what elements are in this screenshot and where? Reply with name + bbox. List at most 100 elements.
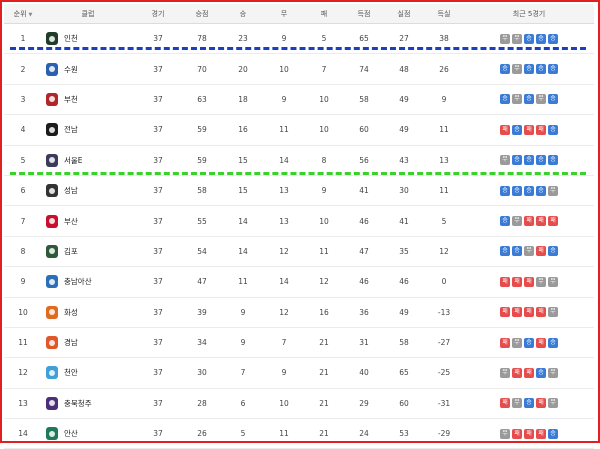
table-row[interactable]: 2 수원 37 70 20 10 7 74 48 26 승 무 승 승 승 bbox=[4, 53, 594, 85]
club-name[interactable]: 수원 bbox=[64, 64, 78, 75]
result-badge: 패 bbox=[500, 307, 510, 318]
club-name[interactable]: 안산 bbox=[64, 428, 78, 439]
club-name[interactable]: 김포 bbox=[64, 246, 78, 257]
lost-cell: 7 bbox=[304, 53, 344, 85]
sort-down-icon: ▼ bbox=[28, 11, 33, 18]
drawn-cell: 9 bbox=[264, 357, 304, 389]
header-lost[interactable]: 패 bbox=[304, 4, 344, 24]
club-name[interactable]: 부산 bbox=[64, 216, 78, 227]
club-cell[interactable]: 김포 bbox=[42, 236, 134, 268]
header-rank[interactable]: 순위 ▼ bbox=[4, 4, 42, 24]
table-row[interactable]: 14 안산 37 26 5 11 21 24 53 -29 무 패 패 패 승 bbox=[4, 418, 594, 449]
rank-cell: 6 bbox=[4, 175, 42, 207]
table-row[interactable]: 6 성남 37 58 15 13 9 41 30 11 승 승 승 승 무 bbox=[4, 175, 594, 207]
lost-cell: 10 bbox=[304, 114, 344, 146]
club-name[interactable]: 화성 bbox=[64, 307, 78, 318]
club-name[interactable]: 서울E bbox=[64, 155, 83, 166]
table-row[interactable]: 13 충북청주 37 28 6 10 21 29 60 -31 패 무 승 패 무 bbox=[4, 388, 594, 420]
result-badge: 승 bbox=[500, 246, 510, 257]
rank-cell: 2 bbox=[4, 53, 42, 85]
result-badge: 무 bbox=[512, 64, 522, 75]
club-crest-icon bbox=[46, 184, 58, 198]
header-goals-for[interactable]: 득점 bbox=[344, 4, 384, 24]
goal-difference-cell: 26 bbox=[424, 53, 464, 85]
club-name[interactable]: 천안 bbox=[64, 367, 78, 378]
goals-for-cell: 47 bbox=[344, 236, 384, 268]
goals-for-cell: 46 bbox=[344, 205, 384, 237]
club-cell[interactable]: 충남아산 bbox=[42, 266, 134, 298]
club-name[interactable]: 충북청주 bbox=[64, 398, 92, 409]
club-cell[interactable]: 부산 bbox=[42, 205, 134, 237]
goals-for-cell: 60 bbox=[344, 114, 384, 146]
rank-cell: 5 bbox=[4, 145, 42, 176]
club-name[interactable]: 충남아산 bbox=[64, 276, 92, 287]
club-cell[interactable]: 성남 bbox=[42, 175, 134, 207]
club-name[interactable]: 경남 bbox=[64, 337, 78, 348]
rank-cell: 8 bbox=[4, 236, 42, 268]
standings-body: 1 인천 37 78 23 9 5 65 27 38 무 무 승 승 승 2 수원 37 70 20 10 7 74 48 26… bbox=[4, 23, 594, 449]
table-row[interactable]: 3 부천 37 63 18 9 10 58 49 9 승 무 승 무 승 bbox=[4, 84, 594, 116]
goals-against-cell: 60 bbox=[384, 388, 424, 420]
table-row[interactable]: 5 서울E 37 59 15 14 8 56 43 13 무 승 승 승 승 bbox=[4, 145, 594, 176]
club-cell[interactable]: 화성 bbox=[42, 297, 134, 328]
table-row[interactable]: 11 경남 37 34 9 7 21 31 58 -27 패 무 승 패 승 bbox=[4, 327, 594, 359]
table-row[interactable]: 12 천안 37 30 7 9 21 40 65 -25 무 패 패 승 무 bbox=[4, 357, 594, 389]
table-row[interactable]: 10 화성 37 39 9 12 16 36 49 -13 패 패 패 패 무 bbox=[4, 297, 594, 328]
result-badge: 패 bbox=[524, 216, 534, 227]
club-cell[interactable]: 서울E bbox=[42, 145, 134, 176]
club-cell[interactable]: 부천 bbox=[42, 84, 134, 116]
club-cell[interactable]: 수원 bbox=[42, 53, 134, 85]
result-badge: 패 bbox=[524, 307, 534, 318]
header-drawn[interactable]: 무 bbox=[264, 4, 304, 24]
recent-form-cell: 승무승승승 bbox=[464, 53, 594, 85]
recent-form-cell: 패패패패무 bbox=[464, 297, 594, 328]
table-row[interactable]: 7 부산 37 55 14 13 10 46 41 5 승 무 패 패 패 bbox=[4, 205, 594, 237]
league-standings-table: 순위 ▼ 클럽 경기 승점 승 무 패 득점 실점 득실 최근 5경기 1 인천 37… bbox=[4, 4, 594, 449]
club-cell[interactable]: 안산 bbox=[42, 418, 134, 449]
won-cell: 11 bbox=[222, 266, 264, 298]
club-name[interactable]: 성남 bbox=[64, 185, 78, 196]
lost-cell: 21 bbox=[304, 418, 344, 449]
drawn-cell: 14 bbox=[264, 266, 304, 298]
result-badge: 승 bbox=[512, 155, 522, 166]
recent-form-cell: 패승패패승 bbox=[464, 114, 594, 146]
club-name[interactable]: 부천 bbox=[64, 94, 78, 105]
played-cell: 37 bbox=[134, 418, 182, 449]
header-played[interactable]: 경기 bbox=[134, 4, 182, 24]
result-badge: 패 bbox=[536, 398, 546, 409]
drawn-cell: 13 bbox=[264, 175, 304, 207]
result-badge: 패 bbox=[536, 216, 546, 227]
club-cell[interactable]: 천안 bbox=[42, 357, 134, 389]
goals-for-cell: 56 bbox=[344, 145, 384, 176]
drawn-cell: 10 bbox=[264, 53, 304, 85]
club-crest-icon bbox=[46, 427, 58, 441]
header-goals-against[interactable]: 실점 bbox=[384, 4, 424, 24]
header-club[interactable]: 클럽 bbox=[42, 4, 134, 24]
header-goal-difference[interactable]: 득실 bbox=[424, 4, 464, 24]
club-cell[interactable]: 경남 bbox=[42, 327, 134, 359]
result-badge: 패 bbox=[500, 398, 510, 409]
header-won[interactable]: 승 bbox=[222, 4, 264, 24]
club-cell[interactable]: 전남 bbox=[42, 114, 134, 146]
result-badge: 패 bbox=[500, 124, 510, 135]
goals-against-cell: 58 bbox=[384, 327, 424, 359]
result-badge: 승 bbox=[524, 64, 534, 75]
recent-form-cell: 패무승패무 bbox=[464, 388, 594, 420]
result-badge: 패 bbox=[536, 124, 546, 135]
result-badge: 패 bbox=[512, 307, 522, 318]
club-cell[interactable]: 충북청주 bbox=[42, 388, 134, 420]
table-row[interactable]: 9 충남아산 37 47 11 14 12 46 46 0 패 패 패 무 무 bbox=[4, 266, 594, 298]
played-cell: 37 bbox=[134, 266, 182, 298]
won-cell: 9 bbox=[222, 327, 264, 359]
result-badge: 패 bbox=[524, 428, 534, 439]
header-points[interactable]: 승점 bbox=[182, 4, 222, 24]
lost-cell: 12 bbox=[304, 266, 344, 298]
goals-against-cell: 48 bbox=[384, 53, 424, 85]
table-row[interactable]: 8 김포 37 54 14 12 11 47 35 12 승 승 무 패 승 bbox=[4, 236, 594, 268]
club-name[interactable]: 인천 bbox=[64, 33, 78, 44]
club-name[interactable]: 전남 bbox=[64, 124, 78, 135]
recent-form-cell: 승승승승무 bbox=[464, 175, 594, 207]
rank-cell: 11 bbox=[4, 327, 42, 359]
table-row[interactable]: 4 전남 37 59 16 11 10 60 49 11 패 승 패 패 승 bbox=[4, 114, 594, 146]
result-badge: 승 bbox=[536, 33, 546, 44]
